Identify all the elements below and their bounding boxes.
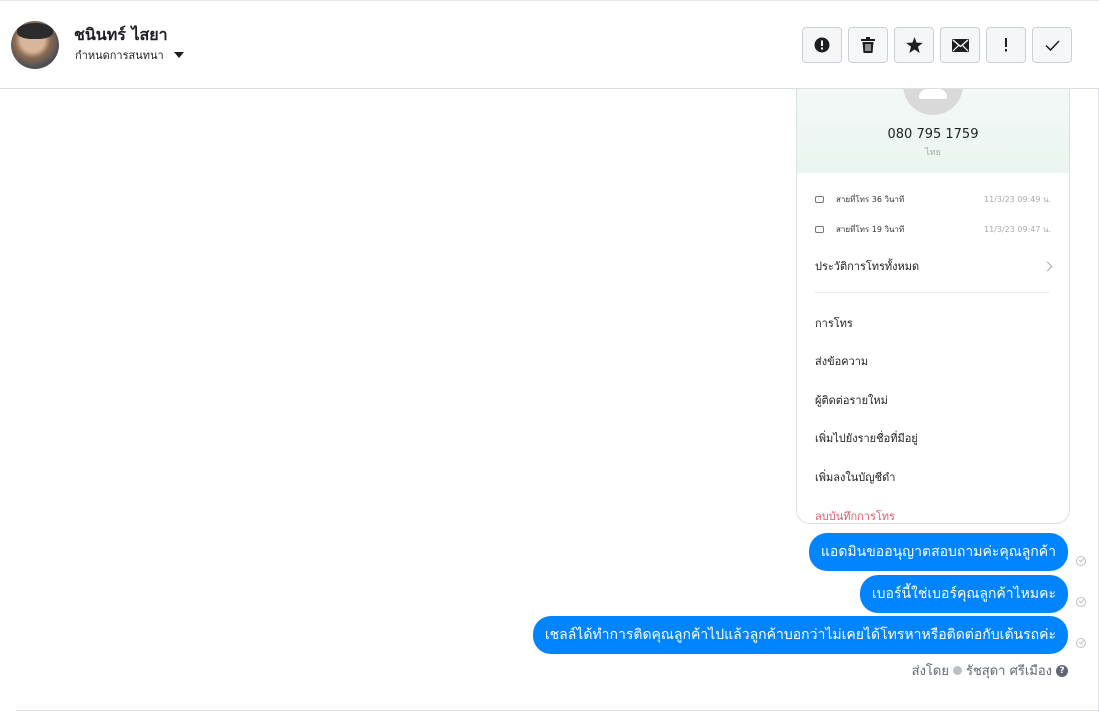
conversation-header: ชนินทร์ ไสยา กำหนดการสนทนา [0,0,1099,89]
delivered-check-icon [1076,638,1086,648]
screenshot-menu-item: ส่งข้อความ [815,355,869,368]
call-log-icon [815,196,824,203]
check-icon [1044,39,1060,51]
help-icon[interactable]: ? [1056,664,1068,677]
call-log-time: 11/3/23 09:49 น. [984,195,1051,204]
sent-by-info: ส่งโดย รัชสุดา ศรีเมือง ? [912,660,1068,681]
star-button[interactable] [894,27,934,63]
call-log-label: สายที่โทร 36 วินาที [836,195,905,204]
chevron-right-icon [1042,261,1053,271]
assign-conversation-dropdown[interactable]: กำหนดการสนทนา [75,46,184,64]
divider [16,710,1099,711]
alert-circle-icon [814,37,830,53]
delete-button[interactable] [848,27,888,63]
exclamation-icon [1005,38,1007,52]
mark-done-button[interactable] [1032,27,1072,63]
star-icon [905,37,923,53]
screenshot-contact-header: 080 795 1759 ไทย [797,89,1069,173]
image-attachment[interactable]: 080 795 1759 ไทย สายที่โทร 36 วินาที 11/… [796,89,1070,524]
delivered-check-icon [1076,597,1086,607]
call-history-label: ประวัติการโทรทั้งหมด [815,260,920,273]
header-actions [802,27,1072,63]
screenshot-menu-item: ผู้ติดต่อรายใหม่ [815,394,888,407]
envelope-icon [951,38,969,52]
trash-icon [861,37,875,53]
call-log-icon [815,226,824,233]
mark-unread-button[interactable] [940,27,980,63]
contact-name[interactable]: ชนินทร์ ไสยา [74,23,168,48]
mark-spam-button[interactable] [802,27,842,63]
call-history-link: ประวัติการโทรทั้งหมด [815,257,1053,275]
divider [815,292,1049,293]
call-log-time: 11/3/23 09:47 น. [984,225,1051,234]
screenshot-menu-item: เพิ่มลงในบัญชีดำ [815,471,896,484]
caret-down-icon [173,52,184,58]
conversation-thread: 080 795 1759 ไทย สายที่โทร 36 วินาที 11/… [0,89,1099,712]
verified-check-icon [952,666,962,675]
screenshot-menu-item: ลบบันทึกการโทร [815,510,895,523]
assign-conversation-label: กำหนดการสนทนา [75,49,164,62]
message-bubble[interactable]: เบอร์นี้ใช่เบอร์คุณลูกค้าไหมคะ [859,575,1068,613]
message-bubble[interactable]: เชลล์ได้ทำการติดคุณลูกค้าไปแล้วลูกค้าบอก… [532,616,1068,654]
call-log-row: สายที่โทร 36 วินาที 11/3/23 09:49 น. [815,193,1051,206]
screenshot-menu-item: เพิ่มไปยังรายชื่อที่มีอยู่ [815,432,918,445]
sent-by-prefix: ส่งโดย [911,664,949,679]
screenshot-region: ไทย [925,148,941,158]
call-log-label: สายที่โทร 19 วินาที [836,225,905,234]
follow-up-button[interactable] [986,27,1026,63]
screenshot-menu-item: การโทร [815,317,853,330]
person-placeholder-icon [903,89,963,115]
call-log-row: สายที่โทร 19 วินาที 11/3/23 09:47 น. [815,223,1051,236]
delivered-check-icon [1076,556,1086,566]
message-bubble[interactable]: แอดมินขออนุญาตสอบถามค่ะคุณลูกค้า [808,533,1068,571]
contact-avatar[interactable] [11,21,59,69]
sent-by-agent: รัชสุดา ศรีเมือง [965,664,1052,679]
screenshot-phone-number: 080 795 1759 [887,127,979,142]
